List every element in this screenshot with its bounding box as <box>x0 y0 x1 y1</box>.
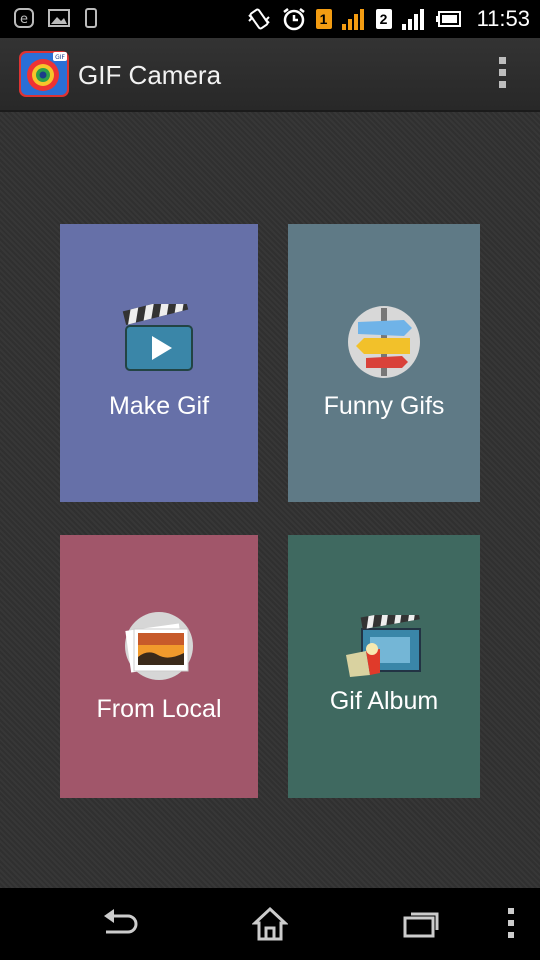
sim1-badge: 1 <box>315 9 332 29</box>
vibrate-icon <box>247 8 270 30</box>
clapperboard-icon <box>122 304 193 371</box>
gif-camera-app-icon: GIF <box>19 51 69 97</box>
navigation-bar <box>0 888 540 960</box>
signpost-icon <box>348 306 420 378</box>
overflow-menu-button[interactable] <box>496 57 508 93</box>
status-time: 11:53 <box>476 6 530 31</box>
film-album-icon <box>346 615 421 677</box>
e-notification-icon: e <box>14 8 34 28</box>
gif-album-tile[interactable]: Gif Album <box>288 535 480 798</box>
svg-text:e: e <box>20 12 28 27</box>
menu-icon[interactable] <box>506 906 516 940</box>
make-gif-label: Make Gif <box>108 392 210 420</box>
home-icon[interactable] <box>252 906 288 942</box>
gif-album-label: Gif Album <box>329 687 439 715</box>
signal-icon <box>401 9 424 30</box>
app-title: GIF Camera <box>78 60 222 90</box>
battery-icon <box>435 11 461 27</box>
status-bar: e 1 2 11:53 <box>0 0 540 38</box>
sim2-badge: 2 <box>375 9 392 29</box>
from-local-label: From Local <box>96 695 222 723</box>
phone-notification-icon <box>85 8 97 28</box>
action-bar: GIF GIF Camera <box>0 38 540 112</box>
funny-gifs-tile[interactable]: Funny Gifs <box>288 224 480 502</box>
svg-text:GIF: GIF <box>55 54 65 61</box>
signal-icon <box>341 9 364 30</box>
alarm-icon <box>282 8 305 31</box>
funny-gifs-label: Funny Gifs <box>323 392 445 420</box>
main-grid: Make Gif Funny Gifs From Local Gif Album <box>0 112 540 888</box>
recents-icon[interactable] <box>402 906 440 940</box>
photos-icon <box>125 612 193 680</box>
from-local-tile[interactable]: From Local <box>60 535 258 798</box>
back-icon[interactable] <box>100 906 140 940</box>
make-gif-tile[interactable]: Make Gif <box>60 224 258 502</box>
image-notification-icon <box>48 9 70 27</box>
